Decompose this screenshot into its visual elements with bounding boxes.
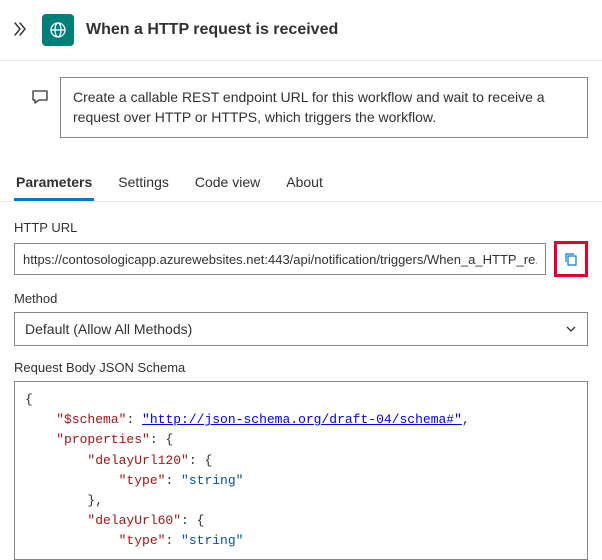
tab-codeview[interactable]: Code view bbox=[193, 164, 262, 201]
http-url-label: HTTP URL bbox=[14, 220, 588, 235]
collapse-button[interactable] bbox=[10, 19, 30, 42]
schema-string: "string" bbox=[181, 533, 243, 548]
globe-icon bbox=[49, 21, 67, 39]
schema-key: "type" bbox=[119, 473, 166, 488]
panel-title: When a HTTP request is received bbox=[86, 21, 338, 39]
tab-settings[interactable]: Settings bbox=[116, 164, 171, 201]
schema-key: "type" bbox=[119, 533, 166, 548]
description-row: Create a callable REST endpoint URL for … bbox=[0, 61, 602, 156]
http-url-input[interactable] bbox=[14, 243, 546, 275]
http-url-row bbox=[14, 241, 588, 277]
copy-icon bbox=[563, 251, 579, 267]
method-select[interactable]: Default (Allow All Methods) bbox=[14, 312, 588, 346]
panel-header: When a HTTP request is received bbox=[0, 0, 602, 61]
schema-key: "delayUrl120" bbox=[87, 453, 188, 468]
chevron-down-icon bbox=[565, 323, 577, 335]
schema-key: "properties" bbox=[56, 432, 150, 447]
schema-label: Request Body JSON Schema bbox=[14, 360, 588, 375]
schema-key: "$schema" bbox=[56, 412, 126, 427]
schema-line: { bbox=[25, 392, 33, 407]
schema-string: "string" bbox=[181, 473, 243, 488]
description-box: Create a callable REST endpoint URL for … bbox=[60, 77, 588, 138]
schema-key: "delayUrl60" bbox=[87, 513, 181, 528]
chevron-double-right-icon bbox=[12, 21, 28, 37]
tab-bar: Parameters Settings Code view About bbox=[0, 164, 602, 202]
trigger-icon-badge bbox=[42, 14, 74, 46]
method-label: Method bbox=[14, 291, 588, 306]
schema-editor[interactable]: { "$schema": "http://json-schema.org/dra… bbox=[14, 381, 588, 560]
comment-icon bbox=[30, 87, 50, 110]
schema-url: "http://json-schema.org/draft-04/schema#… bbox=[142, 412, 462, 427]
tab-about[interactable]: About bbox=[284, 164, 325, 201]
tab-parameters[interactable]: Parameters bbox=[14, 164, 94, 201]
method-value: Default (Allow All Methods) bbox=[25, 321, 192, 337]
copy-url-button[interactable] bbox=[554, 241, 588, 277]
method-row: Default (Allow All Methods) bbox=[14, 312, 588, 346]
parameters-section: HTTP URL Method Default (Allow All Metho… bbox=[0, 202, 602, 560]
